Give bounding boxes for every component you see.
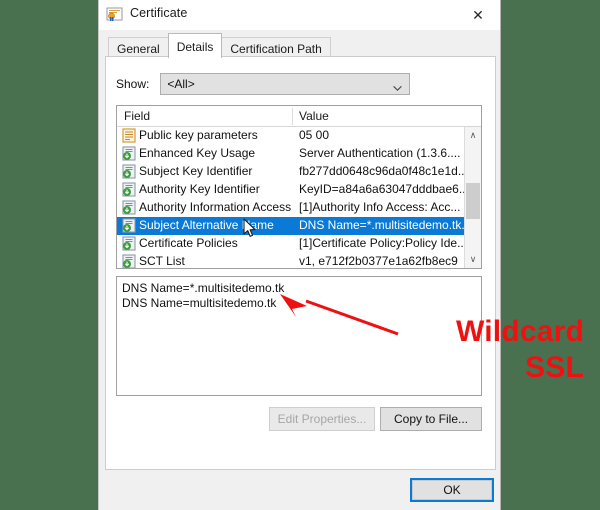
row-value-label: DNS Name=*.multisitedemo.tk... bbox=[299, 218, 472, 232]
ok-button-label: OK bbox=[412, 480, 492, 500]
row-field-label: Certificate Policies bbox=[139, 236, 238, 250]
annotation-text: Wildcard SSL bbox=[456, 314, 584, 386]
field-list-rows: Public key parameters 05 00 Enhanced Key… bbox=[117, 127, 471, 268]
row-field-label: Public key parameters bbox=[139, 128, 258, 142]
title-bar: Certificate ✕ bbox=[99, 0, 500, 30]
field-list-scrollbar[interactable]: ∧ ∨ bbox=[464, 127, 481, 268]
show-dropdown-value: <All> bbox=[167, 77, 195, 91]
table-row[interactable]: SCT List v1, e712f2b0377e1a62fb8ec9 bbox=[117, 253, 465, 268]
field-detail-textbox[interactable]: DNS Name=*.multisitedemo.tk DNS Name=mul… bbox=[116, 276, 482, 396]
details-page: Show: <All> Field Value Public key param… bbox=[105, 56, 496, 470]
tab-certification-path[interactable]: Certification Path bbox=[221, 37, 331, 58]
table-row[interactable]: Subject Key Identifier fb277dd0648c96da0… bbox=[117, 163, 468, 181]
field-list-header: Field Value bbox=[117, 106, 481, 127]
tab-general[interactable]: General bbox=[108, 37, 169, 58]
edit-properties-button: Edit Properties... bbox=[269, 407, 375, 431]
chevron-down-icon bbox=[393, 80, 403, 91]
annotation-line-1: Wildcard bbox=[455, 315, 584, 348]
extension-document-icon bbox=[122, 200, 136, 215]
extension-document-icon bbox=[122, 146, 136, 161]
orange-document-icon bbox=[122, 128, 136, 143]
row-value-label: KeyID=a84a6a63047dddbae6... bbox=[299, 182, 469, 196]
detail-line: DNS Name=*.multisitedemo.tk bbox=[122, 281, 285, 295]
window-title: Certificate bbox=[130, 6, 188, 20]
scroll-down-icon[interactable]: ∨ bbox=[465, 251, 481, 268]
extension-document-icon bbox=[122, 218, 136, 233]
row-value-label: 05 00 bbox=[299, 128, 330, 142]
table-row[interactable]: Public key parameters 05 00 bbox=[117, 127, 465, 145]
tab-strip: General Details Certification Path bbox=[99, 30, 500, 58]
table-row[interactable]: Authority Information Access [1]Authorit… bbox=[117, 199, 465, 217]
tab-details[interactable]: Details bbox=[167, 33, 223, 58]
row-value-label: Server Authentication (1.3.6.... bbox=[299, 146, 461, 160]
screen: Certificate ✕ General Details Certificat… bbox=[0, 0, 600, 510]
show-row: Show: <All> bbox=[116, 73, 411, 95]
mouse-cursor-icon bbox=[243, 218, 259, 240]
extension-document-icon bbox=[122, 182, 136, 197]
ok-button[interactable]: OK bbox=[410, 478, 494, 502]
row-field-label: Enhanced Key Usage bbox=[139, 146, 256, 160]
row-field-label: Subject Key Identifier bbox=[139, 164, 253, 178]
close-icon[interactable]: ✕ bbox=[456, 0, 500, 30]
row-value-label: [1]Authority Info Access: Acc... bbox=[299, 200, 461, 214]
certificate-dialog: Certificate ✕ General Details Certificat… bbox=[98, 0, 501, 510]
extension-document-icon bbox=[122, 254, 136, 268]
column-header-value: Value bbox=[299, 109, 329, 123]
table-row[interactable]: Certificate Policies [1]Certificate Poli… bbox=[117, 235, 468, 253]
row-value-label: [1]Certificate Policy:Policy Ide... bbox=[299, 236, 468, 250]
show-dropdown[interactable]: <All> bbox=[160, 73, 411, 95]
column-header-field: Field bbox=[124, 109, 151, 123]
table-row[interactable]: Enhanced Key Usage Server Authentication… bbox=[117, 145, 465, 163]
row-field-label: Authority Information Access bbox=[139, 200, 292, 214]
field-list[interactable]: Field Value Public key parameters 05 00 … bbox=[116, 105, 482, 269]
annotation-line-2: SSL bbox=[525, 351, 584, 384]
scroll-up-icon[interactable]: ∧ bbox=[465, 127, 481, 144]
table-row[interactable]: Authority Key Identifier KeyID=a84a6a630… bbox=[117, 181, 469, 199]
extension-document-icon bbox=[122, 164, 136, 179]
row-value-label: v1, e712f2b0377e1a62fb8ec9 bbox=[299, 254, 458, 268]
row-value-label: fb277dd0648c96da0f48c1e1d... bbox=[299, 164, 468, 178]
row-field-label: SCT List bbox=[139, 254, 185, 268]
extension-document-icon bbox=[122, 236, 136, 251]
row-field-label: Authority Key Identifier bbox=[139, 182, 260, 196]
copy-to-file-button[interactable]: Copy to File... bbox=[380, 407, 482, 431]
table-row-selected[interactable]: Subject Alternative Name DNS Name=*.mult… bbox=[117, 217, 471, 235]
column-divider[interactable] bbox=[292, 108, 293, 125]
certificate-icon bbox=[106, 6, 123, 23]
scrollbar-thumb[interactable] bbox=[466, 183, 480, 219]
detail-line: DNS Name=multisitedemo.tk bbox=[122, 296, 277, 310]
show-label: Show: bbox=[116, 77, 150, 91]
